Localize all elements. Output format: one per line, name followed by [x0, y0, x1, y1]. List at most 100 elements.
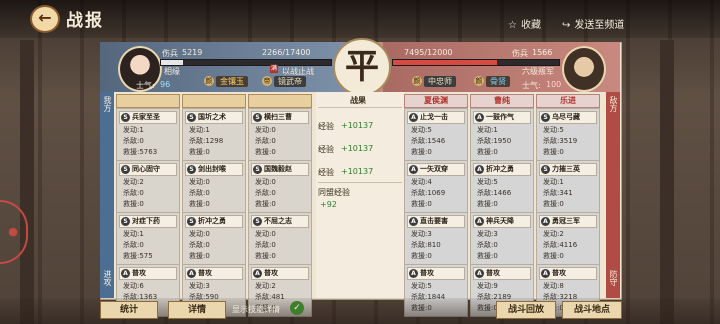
skill-grade-icon: A [475, 269, 484, 278]
skill-grade-icon: S [121, 165, 130, 174]
send-to-channel-button[interactable]: ↪ 发送至频道 [562, 16, 624, 31]
skill-cell: S 不屈之志 发动:0 杀敌:0 救援:0 [248, 212, 312, 265]
result-exp-label: 经验 [318, 122, 334, 131]
skill-name-button[interactable]: A 普攻 [185, 267, 243, 280]
right-rank-mark: 颜 [474, 76, 484, 86]
favorite-button[interactable]: ☆ 收藏 [508, 16, 541, 31]
skill-cell: A 止戈一击 发动:5 杀敌:1546 救援:0 [404, 108, 468, 161]
right-commander-avatar[interactable] [562, 46, 606, 92]
skill-trigger-count: 发动:0 [255, 230, 276, 238]
skill-name-button[interactable]: S 同心固守 [119, 163, 177, 176]
skill-name: 不屈之志 [264, 217, 292, 225]
skill-name: 止戈一击 [420, 113, 448, 121]
skill-trigger-count: 发动:0 [255, 126, 276, 134]
skill-name-button[interactable]: A 神兵天降 [473, 215, 531, 228]
skill-heals: 救援:0 [477, 200, 498, 208]
right-title-tag: 中忠师 [424, 76, 456, 87]
back-button[interactable]: ← [30, 5, 60, 33]
skill-details-checkbox[interactable]: ✓ [290, 301, 304, 315]
skill-heals: 救援:0 [543, 148, 564, 156]
skill-name-button[interactable]: A 普攻 [407, 267, 465, 280]
skill-grade-icon: A [475, 113, 484, 122]
skill-grade-icon: A [475, 165, 484, 174]
skill-grade-icon: A [541, 269, 550, 278]
skill-heals: 救援:0 [255, 148, 276, 156]
skill-kills: 杀敌:0 [255, 137, 276, 145]
skill-cell: A 一矢双穿 发动:4 杀敌:1069 救援:0 [404, 160, 468, 213]
left-morale-label: 士气: [136, 81, 155, 90]
skill-cell: A 一鼓作气 发动:1 杀敌:1950 救援:0 [470, 108, 534, 161]
skill-name-button[interactable]: S 国魏毅赵 [251, 163, 309, 176]
left-side-strip [100, 92, 114, 298]
alliance-exp-value: +92 [320, 200, 337, 209]
skill-name: 普攻 [132, 269, 146, 277]
skill-name: 国圻之术 [198, 113, 226, 121]
left-troops: 2266/17400 [262, 48, 311, 57]
skill-trigger-count: 发动:0 [255, 178, 276, 186]
skill-name-button[interactable]: A 止戈一击 [407, 111, 465, 124]
skill-name-button[interactable]: S 乌尽弓藏 [539, 111, 597, 124]
skill-name-button[interactable]: A 普攻 [251, 267, 309, 280]
skill-kills: 杀敌:1546 [411, 137, 446, 145]
skill-name-button[interactable]: S 横扫三曹 [251, 111, 309, 124]
skill-name-button[interactable]: A 普攻 [539, 267, 597, 280]
skill-name-button[interactable]: A 一鼓作气 [473, 111, 531, 124]
right-side-strip [606, 92, 620, 298]
skill-trigger-count: 发动:3 [477, 230, 498, 238]
skill-trigger-count: 发动:2 [543, 230, 564, 238]
general-name-header[interactable]: 乐进 [536, 94, 600, 108]
details-button[interactable]: 详情 [168, 301, 226, 319]
right-rank-tag: 骨贤 [486, 76, 510, 87]
skill-name-button[interactable]: S 折冲之勇 [185, 215, 243, 228]
skill-name: 力摧三英 [552, 165, 580, 173]
left-rank-mark: 帝 [262, 76, 272, 86]
skill-name: 折冲之勇 [486, 165, 514, 173]
checkmark-icon: ✓ [293, 303, 301, 313]
gamepad-icon: ● [8, 225, 18, 238]
skill-trigger-count: 发动:1 [189, 126, 210, 134]
skill-name: 勇冠三军 [552, 217, 580, 225]
battle-location-button[interactable]: 战斗地点 [562, 301, 622, 319]
skill-name-button[interactable]: A 一矢双穿 [407, 163, 465, 176]
skill-trigger-count: 发动:1 [543, 178, 564, 186]
skill-cell: S 国魏毅赵 发动:0 杀敌:0 救援:0 [248, 160, 312, 213]
general-name-header[interactable] [248, 94, 312, 108]
skill-cell: S 国圻之术 发动:1 杀敌:1298 救援:0 [182, 108, 246, 161]
skill-trigger-count: 发动:5 [543, 126, 564, 134]
skill-grade-icon: S [121, 113, 130, 122]
right-casualties-label: 伤兵 [512, 49, 528, 58]
skill-name-button[interactable]: S 力摧三英 [539, 163, 597, 176]
skill-grade-icon: S [541, 113, 550, 122]
battle-replay-button[interactable]: 战斗回放 [496, 301, 556, 319]
skill-trigger-count: 发动:6 [123, 282, 144, 290]
skill-name-button[interactable]: S 国圻之术 [185, 111, 243, 124]
general-name-header[interactable]: 曹纯 [470, 94, 534, 108]
skill-name-button[interactable]: S 不屈之志 [251, 215, 309, 228]
skill-name-button[interactable]: A 直击要害 [407, 215, 465, 228]
back-arrow-icon: ← [38, 8, 52, 27]
skill-name-button[interactable]: A 折冲之勇 [473, 163, 531, 176]
skill-name-button[interactable]: A 勇冠三军 [539, 215, 597, 228]
stats-button[interactable]: 统计 [100, 301, 158, 319]
skill-name: 普攻 [198, 269, 212, 277]
left-casualties: 5219 [182, 48, 203, 57]
skill-name-button[interactable]: A 普攻 [473, 267, 531, 280]
skill-grade-icon: A [409, 217, 418, 226]
right-side-top-label: 敌方 [609, 96, 618, 112]
general-name-header[interactable] [182, 94, 246, 108]
skill-grade-icon: S [187, 165, 196, 174]
general-name-header[interactable]: 夏侯渊 [404, 94, 468, 108]
skill-trigger-count: 发动:1 [123, 230, 144, 238]
skill-name-button[interactable]: S 剑出封喉 [185, 163, 243, 176]
skill-grade-icon: A [409, 165, 418, 174]
skill-name-button[interactable]: A 普攻 [119, 267, 177, 280]
skill-grade-icon: S [187, 217, 196, 226]
pillar [20, 40, 34, 324]
skill-kills: 杀敌:1950 [477, 137, 512, 145]
general-name-header[interactable] [116, 94, 180, 108]
skill-name-button[interactable]: S 对症下药 [119, 215, 177, 228]
left-army-name: 相缘 [164, 67, 180, 76]
skill-name-button[interactable]: S 兵家至圣 [119, 111, 177, 124]
skill-name: 普攻 [486, 269, 500, 277]
right-casualties: 1566 [532, 48, 553, 57]
